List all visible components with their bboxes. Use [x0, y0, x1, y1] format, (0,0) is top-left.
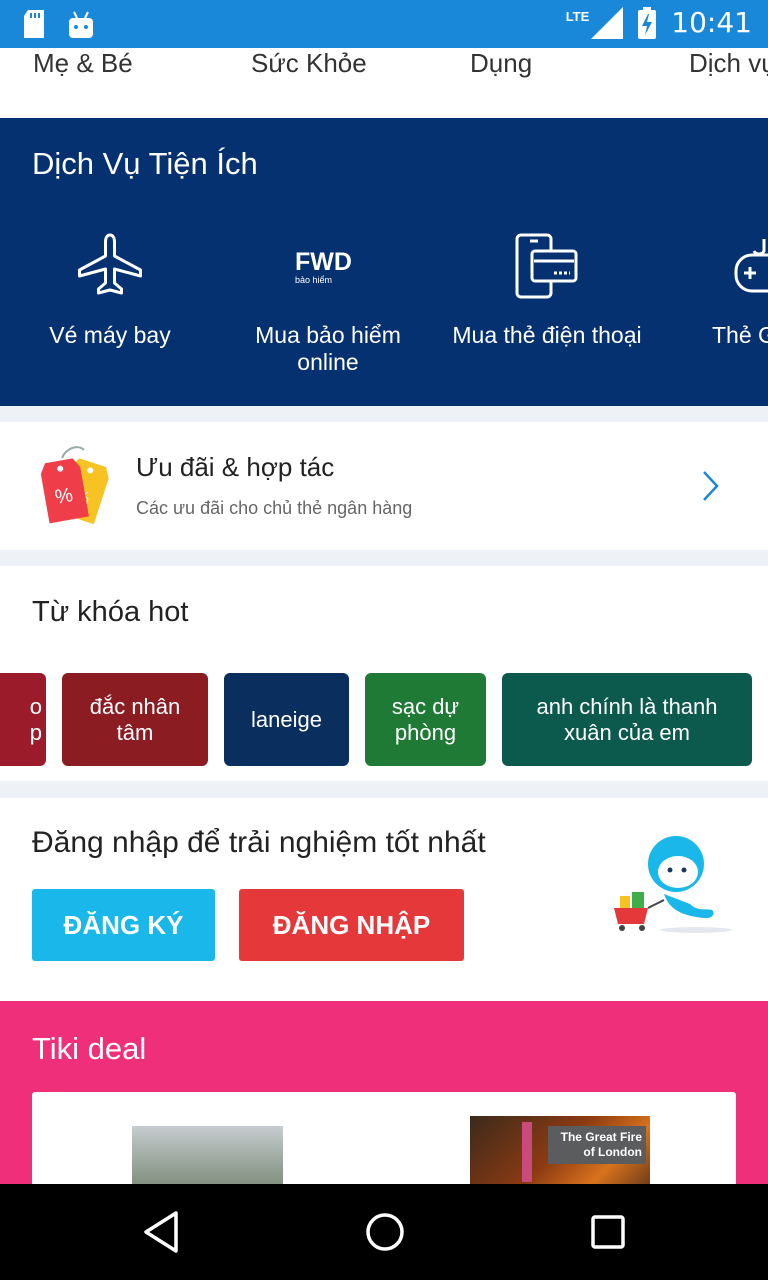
section-title: Từ khóa hot	[32, 596, 189, 628]
hot-keywords-section: Từ khóa hot o p đắc nhân tâm laneige sạc…	[0, 566, 768, 781]
logo-subtext: bảo hiểm	[295, 275, 332, 285]
promo-row[interactable]: % % Ưu đãi & hợp tác Các ưu đãi cho chủ …	[0, 422, 768, 550]
service-label: Thẻ G	[712, 322, 768, 348]
home-icon[interactable]	[365, 1210, 405, 1254]
divider	[0, 550, 768, 566]
discount-tag-icon: % %	[40, 446, 109, 525]
login-message: Đăng nhập để trải nghiệm tốt nhất	[32, 826, 486, 859]
navigation-bar	[0, 1184, 768, 1280]
section-title: Dịch Vụ Tiện Ích	[32, 146, 258, 181]
airplane-icon	[78, 233, 142, 295]
category-item[interactable]: Sức Khỏe	[251, 48, 367, 79]
status-bar: LTE 10:41	[0, 0, 768, 48]
keyword-chip[interactable]: laneige	[224, 673, 349, 766]
category-strip: Mẹ & Bé Sức Khỏe Dụng Dịch vụ	[0, 48, 768, 118]
chevron-right-icon[interactable]	[700, 470, 720, 502]
sd-card-icon	[24, 10, 44, 38]
book-title: The Great Fire of London	[548, 1126, 646, 1164]
logo-text: FWD	[295, 248, 352, 276]
service-phone-card[interactable]: Mua thẻ điện thoại	[447, 230, 647, 349]
book-spine	[522, 1122, 532, 1182]
promo-title: Ưu đãi & hợp tác	[136, 452, 335, 482]
keyword-chip[interactable]: đắc nhân tâm	[62, 673, 208, 766]
keyword-chip[interactable]: anh chính là thanh xuân của em	[502, 673, 752, 766]
login-button[interactable]: ĐĂNG NHẬP	[239, 889, 464, 961]
android-icon	[69, 11, 93, 38]
recents-icon[interactable]	[590, 1210, 626, 1254]
section-title: Tiki deal	[32, 1031, 147, 1066]
service-label: Mua bảo hiểm online	[255, 322, 401, 375]
category-item[interactable]: Dụng	[470, 48, 532, 79]
divider	[0, 781, 768, 798]
register-button[interactable]: ĐĂNG KÝ	[32, 889, 215, 961]
service-label: Vé máy bay	[49, 322, 171, 348]
product-image[interactable]	[132, 1126, 283, 1184]
login-prompt-section: Đăng nhập để trải nghiệm tốt nhất ĐĂNG K…	[0, 798, 768, 993]
fwd-insurance-logo: FWD bảo hiểm	[295, 248, 352, 285]
clock: 10:41	[671, 6, 752, 39]
mascot-shopping-cart-icon	[614, 836, 732, 933]
tiki-deal-section: Tiki deal The Great Fire of London	[0, 1001, 768, 1184]
service-game-card[interactable]: Thẻ G	[666, 230, 768, 349]
category-item[interactable]: Dịch vụ	[689, 48, 768, 79]
battery-charging-icon	[638, 6, 657, 39]
service-insurance[interactable]: FWD bảo hiểm Mua bảo hiểm online	[228, 230, 428, 376]
phone-card-icon	[515, 233, 578, 299]
promo-subtitle: Các ưu đãi cho chủ thẻ ngân hàng	[136, 498, 413, 518]
keyword-chip[interactable]: sạc dự phòng	[365, 673, 486, 766]
signal-icon	[591, 6, 624, 39]
service-label: Mua thẻ điện thoại	[452, 322, 642, 348]
back-icon[interactable]	[142, 1210, 180, 1254]
deal-card: The Great Fire of London	[32, 1092, 736, 1184]
network-type: LTE	[565, 9, 590, 24]
utility-services-section: Dịch Vụ Tiện Ích Vé máy bay FWD bảo hiểm…	[0, 118, 768, 406]
keyword-chip[interactable]: o p	[0, 673, 46, 766]
category-item[interactable]: Mẹ & Bé	[33, 48, 133, 79]
service-flight[interactable]: Vé máy bay	[10, 230, 210, 349]
gamepad-icon	[734, 239, 768, 293]
product-image[interactable]: The Great Fire of London	[470, 1116, 650, 1184]
divider	[0, 406, 768, 422]
